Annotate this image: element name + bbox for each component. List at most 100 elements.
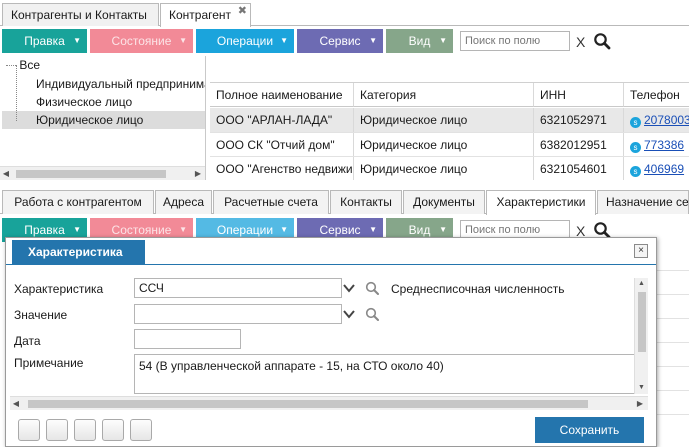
skype-icon[interactable]: s — [630, 117, 641, 128]
table-row-2-category[interactable]: Юридическое лицо — [354, 157, 534, 180]
table-row-2-inn[interactable]: 6321054601 — [534, 157, 624, 180]
scroll-thumb[interactable] — [28, 400, 588, 408]
close-icon[interactable]: ✖ — [238, 0, 247, 22]
search-input[interactable] — [460, 31, 570, 51]
tab-label: Адреса — [162, 195, 205, 209]
clear-search-button[interactable]: X — [576, 34, 585, 50]
tab-counterparty[interactable]: Контрагент ✖ — [160, 3, 251, 27]
tab-addresses[interactable]: Адреса — [155, 190, 212, 214]
edit-menu-button[interactable]: Правка ▼ — [2, 29, 87, 53]
column-header-inn[interactable]: ИНН — [534, 83, 624, 107]
skype-icon[interactable]: s — [630, 142, 641, 153]
chevron-down-icon[interactable] — [342, 307, 356, 321]
table-row-2-phone[interactable]: s 406969 — [624, 157, 689, 180]
service-menu-button[interactable]: Сервис ▼ — [297, 29, 383, 53]
dialog-vertical-scrollbar[interactable]: ▲ ▼ — [634, 278, 648, 394]
table-row-0-name[interactable]: ООО "АРЛАН-ЛАДА" — [210, 108, 354, 132]
table-row-2-name[interactable]: ООО "Агенство недвижимости" — [210, 157, 354, 180]
tab-segment-assignment[interactable]: Назначение сегментов — [597, 190, 689, 214]
caret-down-icon: ▼ — [369, 36, 377, 45]
header-label: Категория — [360, 88, 417, 102]
tab-counterparties-contacts[interactable]: Контрагенты и Контакты — [2, 3, 159, 26]
table-row-1-phone[interactable]: s 773386 — [624, 133, 689, 157]
scroll-thumb[interactable] — [16, 170, 166, 178]
scroll-thumb[interactable] — [638, 292, 646, 352]
phone-link[interactable]: 406969 — [644, 162, 684, 176]
dialog-title: Характеристика — [12, 240, 145, 264]
dialog-action-button-4[interactable] — [102, 419, 124, 441]
operations-menu-button[interactable]: Операции ▼ — [196, 29, 294, 53]
scroll-up-icon[interactable]: ▲ — [635, 278, 648, 290]
tab-label: Назначение сегментов — [606, 195, 689, 209]
table-row-0-category[interactable]: Юридическое лицо — [354, 108, 534, 132]
tab-characteristics[interactable]: Характеристики — [486, 190, 596, 215]
tree-vertical-connector — [16, 65, 17, 121]
phone-link[interactable]: 2078003 — [644, 113, 689, 127]
tab-work-with-counterparty[interactable]: Работа с контрагентом — [2, 190, 154, 214]
value-input[interactable] — [134, 304, 342, 324]
table-row-0-inn[interactable]: 6321052971 — [534, 108, 624, 132]
tab-label: Характеристики — [496, 195, 586, 209]
state-menu-button[interactable]: Состояние ▼ — [90, 29, 193, 53]
scroll-left-icon[interactable]: ◀ — [10, 397, 22, 411]
date-input[interactable] — [134, 329, 241, 349]
tab-documents[interactable]: Документы — [403, 190, 485, 214]
state-menu-label: Состояние — [111, 223, 172, 237]
edit-menu-label: Правка — [24, 34, 65, 48]
tab-contacts[interactable]: Контакты — [330, 190, 402, 214]
view-menu-label: Вид — [408, 223, 431, 237]
dialog-action-button-5[interactable] — [130, 419, 152, 441]
tree-connector — [6, 65, 16, 67]
dialog-horizontal-scrollbar[interactable]: ◀ ▶ — [10, 396, 648, 410]
save-button[interactable]: Сохранить — [535, 417, 644, 443]
scroll-right-icon[interactable]: ▶ — [634, 397, 646, 411]
header-label: Телефон — [630, 88, 680, 102]
table-row-1-name[interactable]: ООО СК "Отчий дом" — [210, 133, 354, 157]
lookup-search-icon[interactable] — [365, 281, 379, 295]
dialog-action-button-2[interactable] — [46, 419, 68, 441]
lookup-search-icon[interactable] — [365, 307, 379, 321]
header-label: ИНН — [540, 88, 566, 102]
service-menu-label: Сервис — [319, 223, 361, 237]
caret-down-icon: ▼ — [179, 36, 187, 45]
close-icon[interactable]: × — [634, 244, 648, 258]
table-row-1-category[interactable]: Юридическое лицо — [354, 133, 534, 157]
skype-icon[interactable]: s — [630, 166, 641, 177]
column-header-phone[interactable]: Телефон — [624, 83, 689, 107]
grid-header-divider — [210, 82, 689, 83]
note-textarea[interactable]: 54 (В управленческой аппарате - 15, на С… — [134, 354, 648, 394]
tree-item-individual-entrepreneur[interactable]: Индивидуальный предприниматель — [36, 75, 205, 93]
dialog-action-button-3[interactable] — [74, 419, 96, 441]
detail-tab-bar: Работа с контрагентом Адреса Расчетные с… — [0, 190, 689, 215]
caret-down-icon: ▼ — [280, 36, 288, 45]
view-menu-label: Вид — [408, 34, 431, 48]
table-row-1-inn[interactable]: 6382012951 — [534, 133, 624, 157]
tab-bank-accounts[interactable]: Расчетные счета — [213, 190, 329, 214]
operations-menu-label: Операции — [216, 34, 274, 48]
scroll-right-icon[interactable]: ▶ — [192, 167, 204, 180]
scroll-left-icon[interactable]: ◀ — [0, 167, 12, 180]
tree-item-legal-entity[interactable]: Юридическое лицо — [2, 111, 205, 129]
background-grid-edge — [657, 248, 689, 447]
state-menu-label: Состояние — [111, 34, 172, 48]
phone-link[interactable]: 773386 — [644, 138, 684, 152]
tree-horizontal-scrollbar[interactable]: ◀ ▶ — [0, 166, 205, 180]
date-label: Дата — [14, 334, 41, 348]
characteristic-input[interactable]: ССЧ — [134, 278, 342, 298]
view-menu-button[interactable]: Вид ▼ — [386, 29, 453, 53]
chevron-down-icon[interactable] — [342, 281, 356, 295]
scroll-down-icon[interactable]: ▼ — [635, 382, 648, 394]
characteristic-dialog: Характеристика × Характеристика ССЧ Сред… — [5, 237, 657, 447]
column-header-category[interactable]: Категория — [354, 83, 534, 107]
column-header-full-name[interactable]: Полное наименование — [210, 83, 354, 107]
search-icon[interactable] — [593, 32, 611, 50]
caret-down-icon: ▼ — [73, 36, 81, 45]
tab-label: Контрагент — [169, 8, 232, 22]
header-label: Полное наименование — [216, 88, 343, 102]
edit-menu-label: Правка — [24, 223, 65, 237]
tree-item-individual[interactable]: Физическое лицо — [36, 93, 205, 111]
tree-root-all[interactable]: Все — [6, 56, 205, 74]
dialog-action-button-1[interactable] — [18, 419, 40, 441]
tree-item-label: Все — [19, 58, 41, 72]
table-row-0-phone[interactable]: s 2078003 — [624, 108, 689, 132]
